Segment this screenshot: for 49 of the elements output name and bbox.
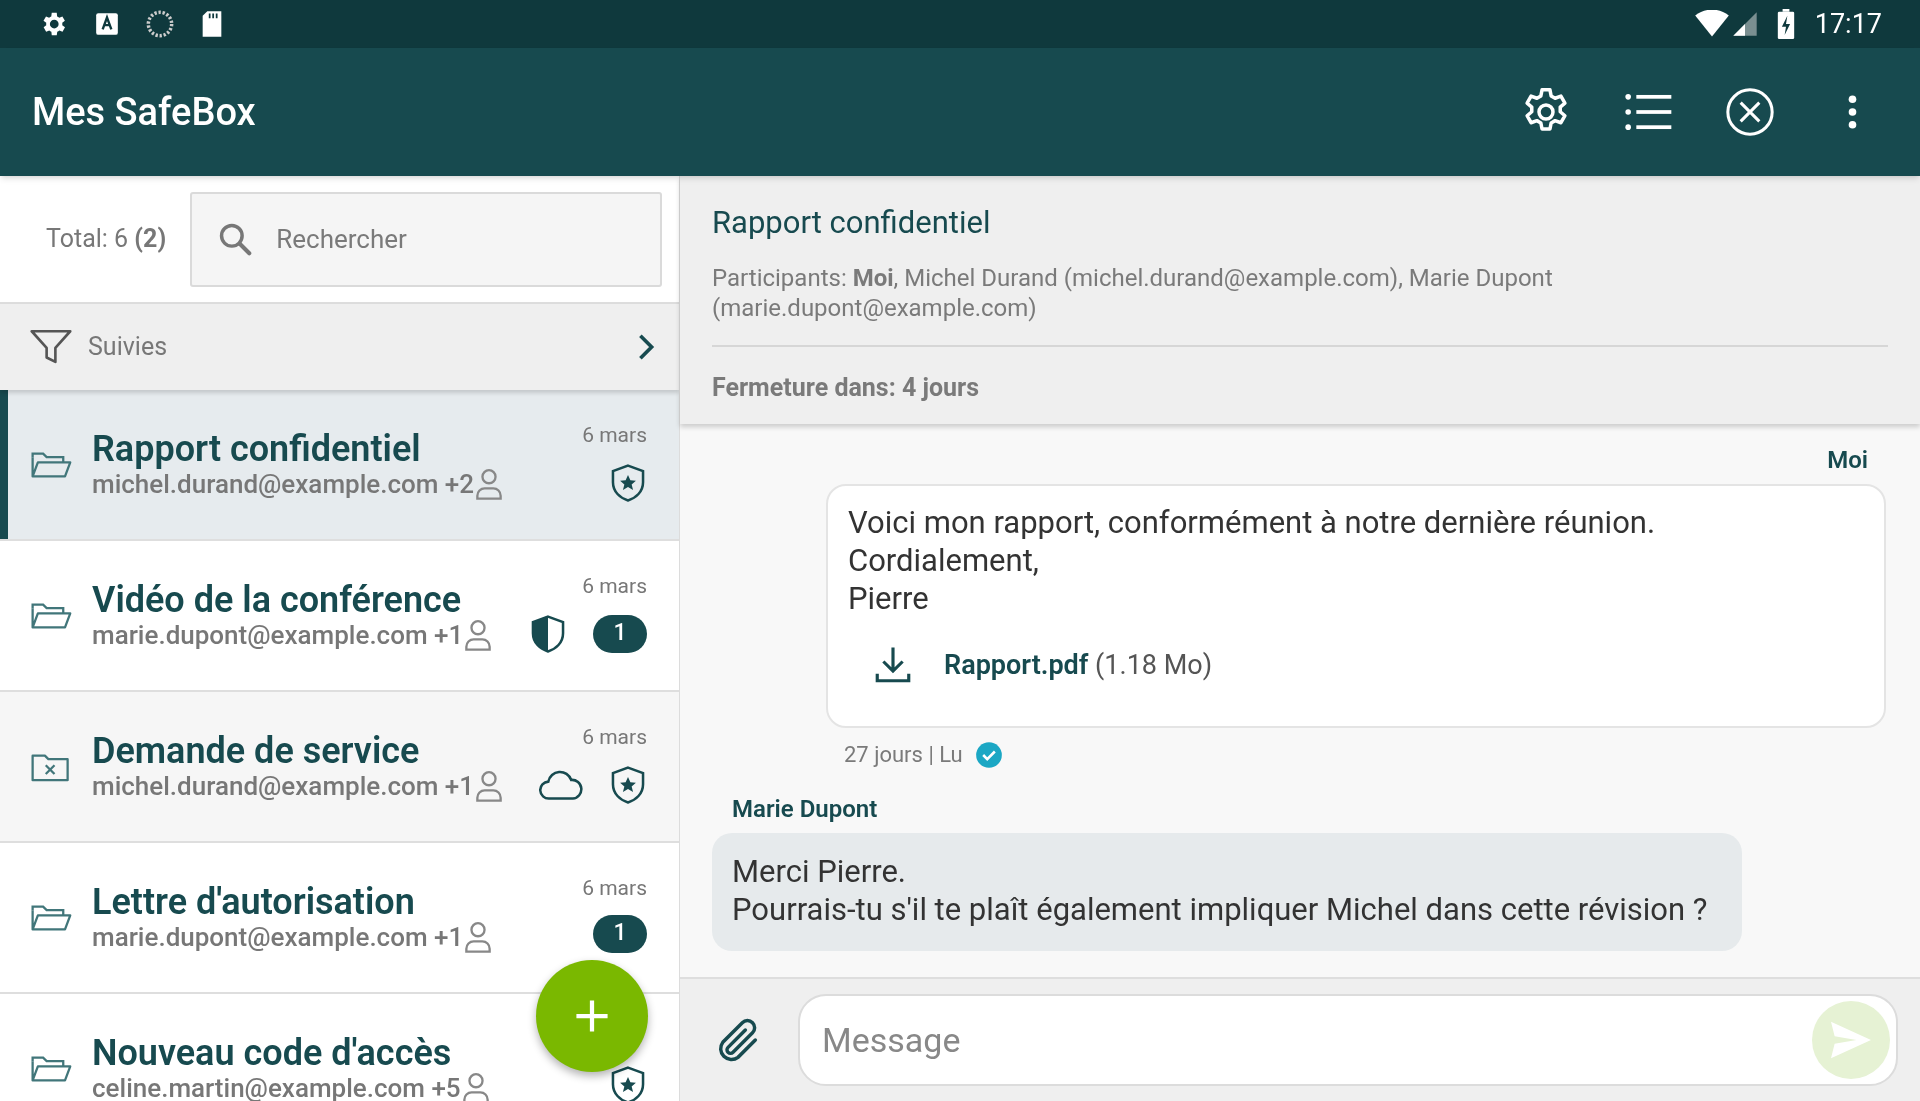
person-icon — [474, 769, 505, 802]
safebox-title: Nouveau code d'accès — [92, 1033, 453, 1072]
participants-text: Participants: Moi, Michel Durand (michel.durand@example.com), Marie Dupont (marie.dupont@example.com) — [712, 262, 1554, 323]
message-status: 27 jours | Lu — [844, 741, 963, 769]
plus-icon — [575, 999, 609, 1033]
app-title: Mes SafeBox — [32, 88, 257, 136]
attachment-link[interactable]: Rapport.pdf (1.18 Mo) — [872, 644, 1864, 686]
safebox-item[interactable]: Rapport confidentiel michel.durand@example.com +2 6 mars — [0, 390, 679, 541]
safebox-title: Vidéo de la conférence — [92, 580, 463, 619]
author-name: Marie Dupont — [732, 794, 878, 825]
message-text: Merci Pierre. Pourrais-tu s'il te plaît également impliquer Michel dans cette révision ? — [732, 853, 1709, 929]
date-label: 6 mars — [582, 875, 647, 902]
loading-icon — [146, 10, 174, 38]
participant-email: marie.dupont@example.com +1 — [92, 921, 464, 952]
safebox-title: Rapport confidentiel — [92, 429, 422, 468]
safebox-title: Demande de service — [92, 731, 421, 770]
message-text: Voici mon rapport, conformément à notre dernière réunion. Cordialement, Pierre — [848, 504, 1657, 618]
unread-count: 1 — [593, 914, 647, 953]
author-name: Moi — [1827, 445, 1868, 476]
date-label: 6 mars — [582, 573, 647, 600]
closing-text: Fermeture dans: 4 jours — [712, 371, 981, 404]
signal-icon — [1730, 10, 1759, 38]
safebox-item[interactable]: Demande de service michel.durand@example.com +1 6 mars — [0, 692, 679, 843]
cloud-icon — [539, 768, 583, 801]
filter-icon — [30, 329, 72, 365]
participant-email: michel.durand@example.com +1 — [92, 770, 475, 801]
clock: 17:17 — [1814, 6, 1882, 42]
wifi-icon — [1694, 10, 1729, 38]
battery-icon — [1776, 9, 1795, 39]
message-field[interactable]: Message — [798, 994, 1898, 1086]
person-icon — [460, 1071, 491, 1101]
keyboard-a-icon — [94, 11, 120, 37]
participant-email: michel.durand@example.com +2 — [92, 468, 475, 499]
sd-card-icon — [200, 10, 224, 38]
unread-count: 1 — [593, 614, 647, 653]
conversation-title: Rapport confidentiel — [712, 203, 992, 243]
send-icon — [1829, 1020, 1873, 1060]
total-count: Total: 6 (2) — [46, 223, 167, 256]
person-icon — [463, 618, 494, 651]
safebox-title: Lettre d'autorisation — [92, 882, 416, 921]
person-icon — [474, 467, 505, 500]
date-label: 6 mars — [582, 422, 647, 449]
chevron-right-icon — [637, 333, 655, 361]
participant-email: marie.dupont@example.com +1 — [92, 619, 464, 650]
filter-bar[interactable]: Suivies — [0, 304, 679, 390]
person-icon — [463, 920, 494, 953]
more-icon — [1847, 95, 1857, 129]
search-field[interactable]: Rechercher — [190, 191, 662, 287]
date-label: 6 mars — [582, 724, 647, 751]
